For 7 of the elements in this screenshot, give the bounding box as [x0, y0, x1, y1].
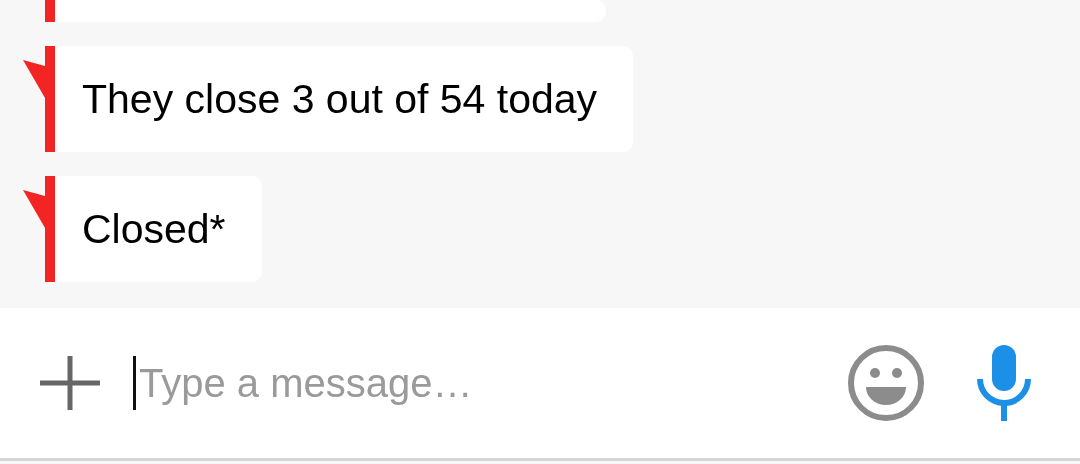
smiley-icon[interactable] [846, 343, 926, 423]
message-input[interactable]: Type a message… [139, 360, 846, 406]
message-text: Closed* [82, 205, 226, 253]
plus-icon[interactable] [40, 356, 100, 410]
text-cursor [133, 356, 136, 410]
message-text: They close 3 out of 54 today [82, 75, 598, 123]
microphone-icon[interactable] [976, 345, 1032, 421]
